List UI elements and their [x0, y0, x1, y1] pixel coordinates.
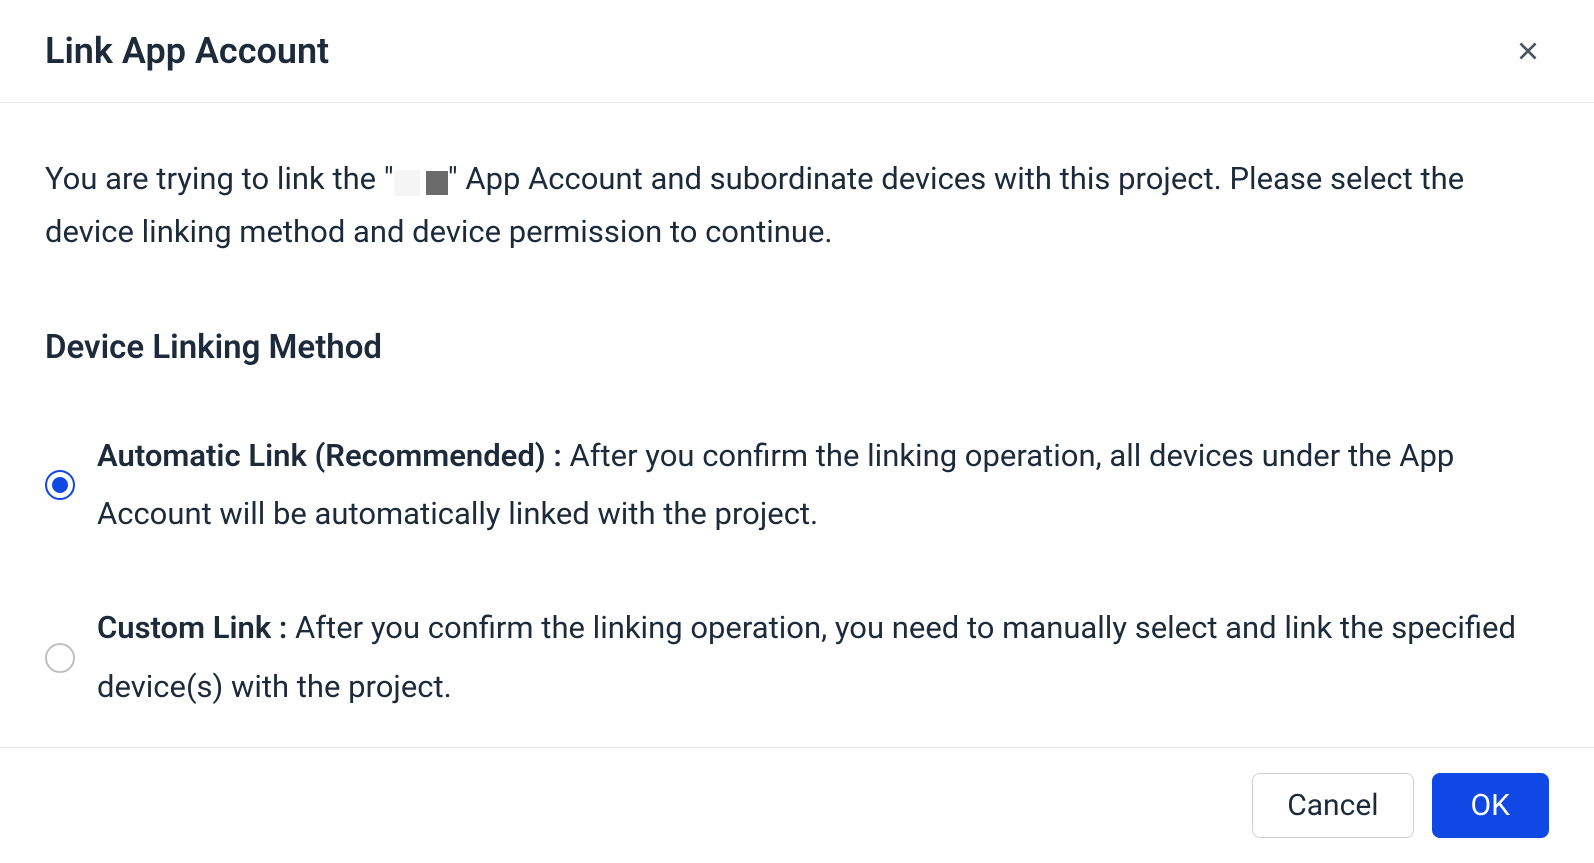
intro-pre: You are trying to link the ": [45, 160, 394, 197]
radio-icon: [45, 643, 75, 673]
linking-method-automatic[interactable]: Automatic Link (Recommended) : After you…: [45, 427, 1549, 545]
dialog-footer: Cancel OK: [0, 747, 1594, 863]
close-button[interactable]: [1507, 30, 1549, 72]
dialog-header: Link App Account: [0, 0, 1594, 103]
radio-label-bold: Custom Link :: [97, 609, 287, 646]
dialog-body: You are trying to link the "" App Accoun…: [0, 103, 1594, 747]
cancel-button[interactable]: Cancel: [1252, 773, 1413, 838]
redacted-account-name: [394, 155, 448, 206]
radio-group-linking-method: Automatic Link (Recommended) : After you…: [45, 427, 1549, 718]
radio-label: Custom Link : After you confirm the link…: [97, 599, 1549, 717]
ok-button[interactable]: OK: [1432, 773, 1549, 838]
radio-icon: [45, 470, 75, 500]
section-title: Device Linking Method: [45, 328, 1549, 367]
radio-label-rest: After you confirm the linking operation,…: [97, 609, 1516, 705]
dialog-title: Link App Account: [45, 30, 329, 72]
link-app-account-dialog: Link App Account You are trying to link …: [0, 0, 1594, 760]
intro-text: You are trying to link the "" App Accoun…: [45, 153, 1549, 258]
linking-method-custom[interactable]: Custom Link : After you confirm the link…: [45, 599, 1549, 717]
radio-label: Automatic Link (Recommended) : After you…: [97, 427, 1549, 545]
close-icon: [1515, 38, 1541, 64]
radio-label-bold: Automatic Link (Recommended) :: [97, 437, 562, 474]
